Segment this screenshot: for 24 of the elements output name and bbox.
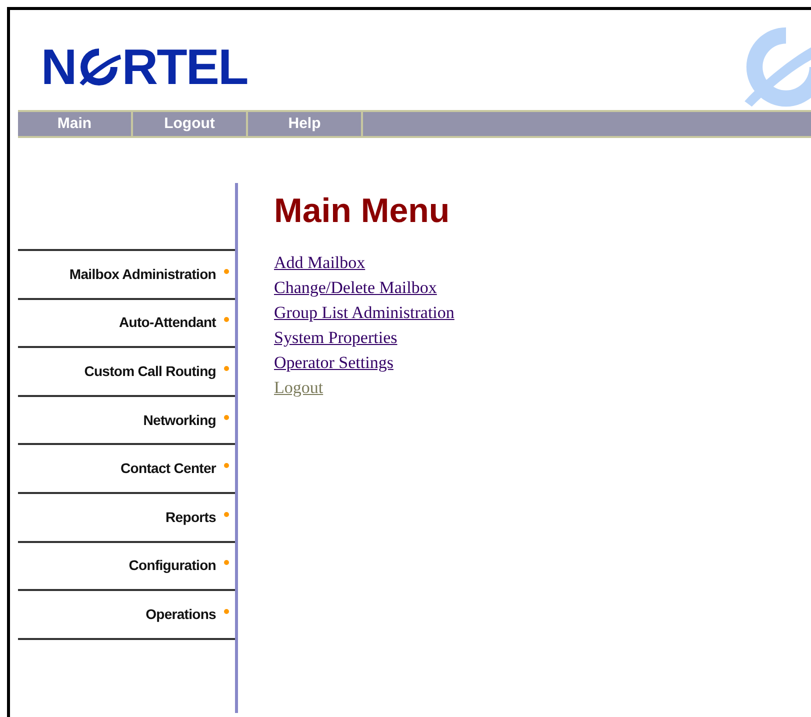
sidebar-link[interactable]: Mailbox Administration <box>69 264 216 285</box>
sidebar-link[interactable]: Auto-Attendant <box>119 312 216 334</box>
bullet-icon <box>224 317 229 322</box>
bullet-icon <box>224 463 229 468</box>
sidebar-link[interactable]: Networking <box>143 410 216 431</box>
bullet-icon <box>224 366 229 371</box>
sidebar-link[interactable]: Contact Center <box>120 458 216 480</box>
logo: N RTEL <box>41 42 248 92</box>
menu-link[interactable]: Group List Administration <box>274 300 454 325</box>
bullet-icon <box>224 560 229 566</box>
menu-link[interactable]: Add Mailbox <box>274 250 366 275</box>
sidebar-link[interactable]: Configuration <box>128 555 216 576</box>
menu-link[interactable]: Change/Delete Mailbox <box>274 275 437 300</box>
bullet-icon <box>224 268 229 274</box>
sidebar-link[interactable]: Operations <box>146 604 216 625</box>
menu-link[interactable]: Logout <box>274 375 324 400</box>
bullet-icon <box>224 414 229 420</box>
bullet-icon <box>224 512 229 517</box>
sidebar-link[interactable]: Reports <box>166 506 216 528</box>
menu-link[interactable]: System Properties <box>274 325 398 350</box>
bullet-icon <box>224 608 229 614</box>
page-title: Main Menu <box>274 194 451 228</box>
menu-link[interactable]: Operator Settings <box>274 350 394 375</box>
sidebar-link[interactable]: Custom Call Routing <box>84 360 216 382</box>
